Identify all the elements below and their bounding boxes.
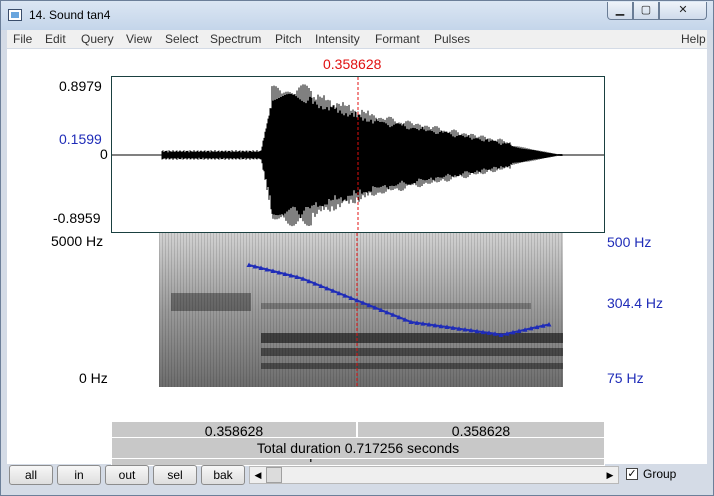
menu-spectrum[interactable]: Spectrum bbox=[210, 32, 261, 46]
spectrogram-panel[interactable] bbox=[111, 233, 605, 387]
group-label: Group bbox=[643, 467, 677, 481]
total-duration-bar[interactable]: Total duration 0.717256 seconds bbox=[111, 437, 605, 459]
menu-bar: File Edit Query View Select Spectrum Pit… bbox=[7, 30, 707, 48]
minimize-button[interactable]: ▁ bbox=[607, 2, 633, 20]
title-bar: 14. Sound tan4 ▁ ▢ ✕ bbox=[0, 0, 714, 30]
waveform-trace bbox=[161, 84, 563, 227]
zoom-out-button[interactable]: out bbox=[105, 465, 149, 485]
bottom-toolbar: all in out sel bak ◀ ▶ bbox=[1, 458, 714, 490]
menu-query[interactable]: Query bbox=[81, 32, 114, 46]
menu-formant[interactable]: Formant bbox=[375, 32, 420, 46]
waveform-panel[interactable] bbox=[111, 76, 605, 233]
waveform-cursor-value-label: 0.1599 bbox=[59, 131, 102, 147]
waveform-svg bbox=[112, 77, 604, 232]
cursor-time-label: 0.358628 bbox=[323, 56, 382, 72]
waveform-max-label: 0.8979 bbox=[59, 78, 102, 94]
pitch-top-label: 500 Hz bbox=[607, 234, 652, 250]
window-frame: File Edit Query View Select Spectrum Pit… bbox=[0, 30, 714, 496]
pitch-bottom-label: 75 Hz bbox=[607, 370, 644, 386]
scroll-thumb[interactable] bbox=[266, 467, 282, 483]
scroll-right-icon[interactable]: ▶ bbox=[602, 467, 618, 483]
menu-select[interactable]: Select bbox=[165, 32, 198, 46]
menu-help[interactable]: Help bbox=[681, 32, 706, 46]
horizontal-scrollbar[interactable]: ◀ ▶ bbox=[249, 466, 619, 484]
menu-pulses[interactable]: Pulses bbox=[434, 32, 470, 46]
menu-view[interactable]: View bbox=[126, 32, 152, 46]
menu-edit[interactable]: Edit bbox=[45, 32, 66, 46]
app-icon bbox=[8, 9, 22, 21]
menu-pitch[interactable]: Pitch bbox=[275, 32, 302, 46]
zoom-all-button[interactable]: all bbox=[9, 465, 53, 485]
zoom-selection-button[interactable]: sel bbox=[153, 465, 197, 485]
group-checkbox[interactable]: ✓ bbox=[626, 468, 638, 480]
maximize-button[interactable]: ▢ bbox=[633, 2, 659, 20]
scroll-left-icon[interactable]: ◀ bbox=[250, 467, 266, 483]
close-button[interactable]: ✕ bbox=[659, 2, 707, 20]
spectrogram-bottom-freq-label: 0 Hz bbox=[79, 370, 108, 386]
sound-editor-canvas[interactable]: 0.358628 0.8979 0.1599 0 -0.8959 5000 Hz… bbox=[7, 49, 707, 466]
waveform-zero-label: 0 bbox=[100, 146, 108, 162]
menu-file[interactable]: File bbox=[13, 32, 32, 46]
spectrogram-top-freq-label: 5000 Hz bbox=[51, 233, 104, 249]
spectrogram-svg bbox=[159, 233, 563, 387]
menu-intensity[interactable]: Intensity bbox=[315, 32, 360, 46]
window-title: 14. Sound tan4 bbox=[29, 8, 111, 22]
pitch-mid-label: 304.4 Hz bbox=[607, 295, 664, 311]
zoom-in-button[interactable]: in bbox=[57, 465, 101, 485]
zoom-back-button[interactable]: bak bbox=[201, 465, 245, 485]
waveform-min-label: -0.8959 bbox=[53, 210, 101, 226]
